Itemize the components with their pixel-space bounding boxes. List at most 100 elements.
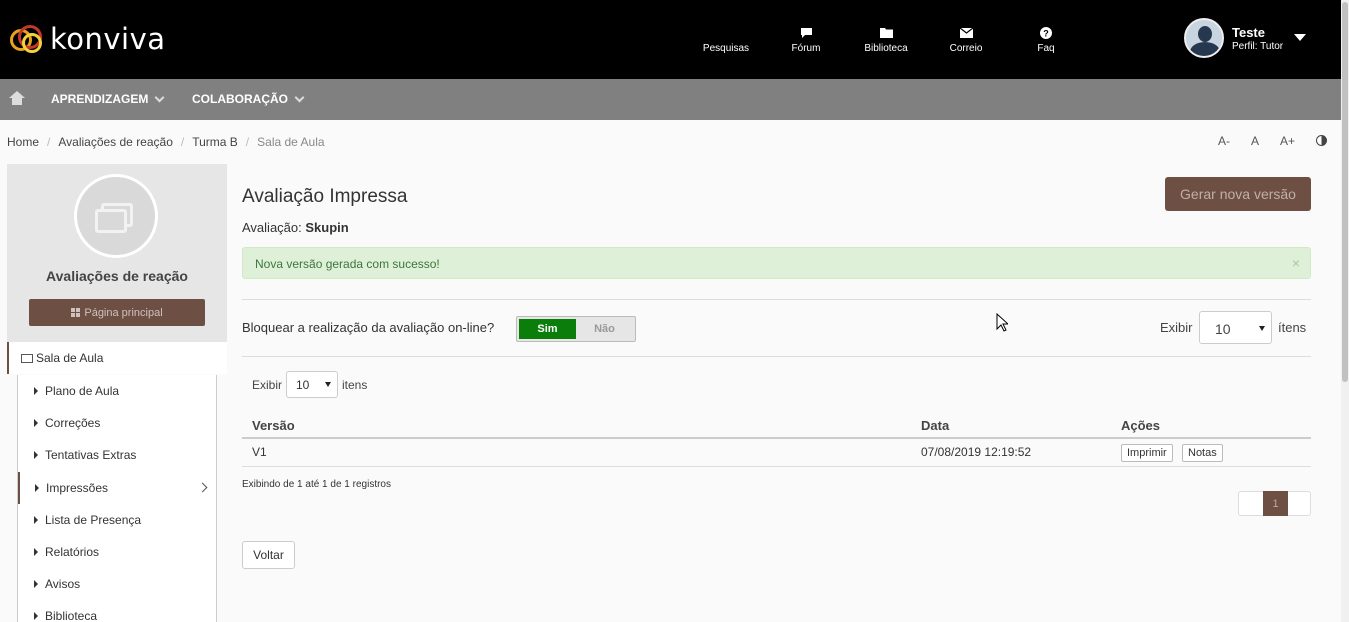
page-title: Avaliação Impressa (242, 186, 408, 207)
topnav-correio[interactable]: Correio (931, 27, 1001, 54)
table-length-select[interactable]: 10 (286, 371, 338, 398)
caret-right-icon (34, 548, 38, 557)
sidebar-item-tentativas[interactable]: Tentativas Extras (18, 439, 216, 471)
user-menu[interactable]: Teste Perfil: Tutor (1184, 18, 1306, 58)
topnav-faq[interactable]: ? Faq (1011, 27, 1081, 54)
chevron-down-icon (294, 92, 305, 102)
menu-label: COLABORAÇÃO (192, 92, 288, 106)
sidebar-item-impressoes[interactable]: Impressões (18, 471, 216, 504)
topnav-label: Fórum (791, 43, 821, 54)
caret-down-icon[interactable] (1294, 34, 1306, 41)
breadcrumb-turma[interactable]: Turma B (192, 135, 238, 149)
breadcrumb-current: Sala de Aula (257, 135, 325, 149)
evaluation-name: Avaliação: Skupin (242, 220, 349, 235)
per-page-select[interactable]: 10 (1199, 311, 1272, 344)
contrast-icon[interactable] (1316, 135, 1327, 146)
sidebar-section-sala[interactable]: Sala de Aula (7, 342, 227, 374)
page-1-button[interactable]: 1 (1263, 491, 1288, 516)
caret-right-icon (35, 483, 39, 492)
menu-label: APRENDIZAGEM (51, 92, 149, 106)
table-info: Exibindo de 1 até 1 de 1 registros (242, 479, 391, 490)
sidebar-item-relatorios[interactable]: Relatórios (18, 536, 216, 568)
evaluation-label: Avaliação: (242, 220, 302, 235)
caret-right-icon (34, 515, 38, 524)
breadcrumb-avaliacoes[interactable]: Avaliações de reação (58, 135, 173, 149)
topnav-label: Faq (1037, 43, 1055, 54)
sidebar-item-label: Avisos (45, 577, 81, 592)
divider (242, 299, 1311, 300)
sidebar-item-correcoes[interactable]: Correções (18, 407, 216, 439)
items-label: ítens (1278, 320, 1307, 335)
table-header-border (242, 437, 1311, 439)
per-page-value: 10 (1215, 321, 1231, 337)
breadcrumb-separator: / (245, 135, 250, 149)
alert-text: Nova versão gerada com sucesso! (255, 257, 440, 271)
main-page-button[interactable]: Página principal (29, 299, 205, 326)
page-scrollbar[interactable] (1341, 0, 1349, 622)
svg-text:?: ? (1043, 29, 1049, 39)
main-menu-bar: APRENDIZAGEM COLABORAÇÃO (0, 79, 1341, 120)
cell-versao: V1 (252, 445, 267, 459)
chevron-right-icon (197, 482, 208, 493)
avatar (1184, 18, 1224, 58)
topnav-forum[interactable]: Fórum (771, 27, 841, 54)
col-header-data[interactable]: Data (921, 418, 949, 433)
col-header-acoes: Ações (1121, 418, 1161, 433)
caret-right-icon (34, 387, 38, 396)
cell-data: 07/08/2019 12:19:52 (921, 445, 1032, 459)
block-online-toggle[interactable]: Sim Não (516, 316, 636, 342)
menu-colaboracao[interactable]: COLABORAÇÃO (192, 92, 305, 106)
col-header-versao[interactable]: Versão (252, 418, 295, 433)
monitor-icon (21, 353, 33, 363)
back-button[interactable]: Voltar (242, 541, 295, 569)
sidebar-item-label: Plano de Aula (45, 384, 120, 399)
topnav-label: Biblioteca (864, 43, 908, 54)
font-normal-button[interactable]: A (1251, 134, 1259, 148)
toggle-no[interactable]: Não (576, 319, 633, 339)
items-label: itens (342, 378, 368, 392)
evaluation-value: Skupin (305, 220, 349, 235)
topnav-biblioteca[interactable]: Biblioteca (851, 27, 921, 54)
topnav-label: Pesquisas (702, 43, 750, 54)
user-role: Perfil: Tutor (1232, 40, 1284, 52)
sidebar-item-avisos[interactable]: Avisos (18, 568, 216, 600)
sidebar-item-label: Impressões (46, 480, 109, 495)
topnav-label: Correio (949, 43, 983, 54)
home-icon[interactable] (9, 91, 25, 105)
caret-right-icon (34, 419, 38, 428)
font-decrease-button[interactable]: A- (1218, 134, 1230, 148)
notes-button[interactable]: Notas (1182, 444, 1223, 462)
sidebar: Avaliações de reação Página principal Sa… (7, 164, 227, 622)
table-length-value: 10 (296, 378, 310, 392)
logo-text: konviva (50, 22, 166, 56)
konviva-logo[interactable]: konviva (8, 22, 166, 56)
sidebar-item-biblioteca[interactable]: Biblioteca (18, 600, 216, 622)
scrollbar-thumb[interactable] (1342, 2, 1348, 382)
sidebar-item-label: Biblioteca (45, 609, 98, 622)
breadcrumb: Home / Avaliações de reação / Turma B / … (7, 135, 325, 149)
user-name: Teste (1232, 24, 1265, 40)
sidebar-title: Avaliações de reação (46, 268, 188, 284)
toggle-yes[interactable]: Sim (519, 319, 576, 339)
close-icon[interactable]: × (1292, 255, 1300, 271)
font-increase-button[interactable]: A+ (1280, 134, 1295, 148)
breadcrumb-home[interactable]: Home (7, 135, 39, 149)
question-icon: ? (1040, 27, 1052, 41)
generate-version-button[interactable]: Gerar nova versão (1165, 177, 1311, 211)
mouse-cursor-icon (996, 312, 1010, 335)
print-button[interactable]: Imprimir (1121, 444, 1173, 462)
sidebar-item-plano[interactable]: Plano de Aula (18, 375, 216, 407)
menu-aprendizagem[interactable]: APRENDIZAGEM (51, 92, 165, 106)
grid-icon (71, 308, 81, 317)
divider (242, 356, 1311, 357)
sidebar-item-presenca[interactable]: Lista de Presença (18, 504, 216, 536)
sidebar-item-label: Correções (45, 416, 101, 431)
sidebar-item-label: Relatórios (45, 545, 100, 560)
pagination: 1 (1238, 491, 1311, 516)
chat-icon (800, 27, 813, 41)
topnav-pesquisas[interactable]: Pesquisas (691, 27, 761, 54)
folder-icon (879, 27, 893, 41)
course-image (74, 174, 158, 258)
block-online-label: Bloquear a realização da avaliação on-li… (242, 320, 495, 335)
show-label: Exibir (252, 378, 283, 392)
